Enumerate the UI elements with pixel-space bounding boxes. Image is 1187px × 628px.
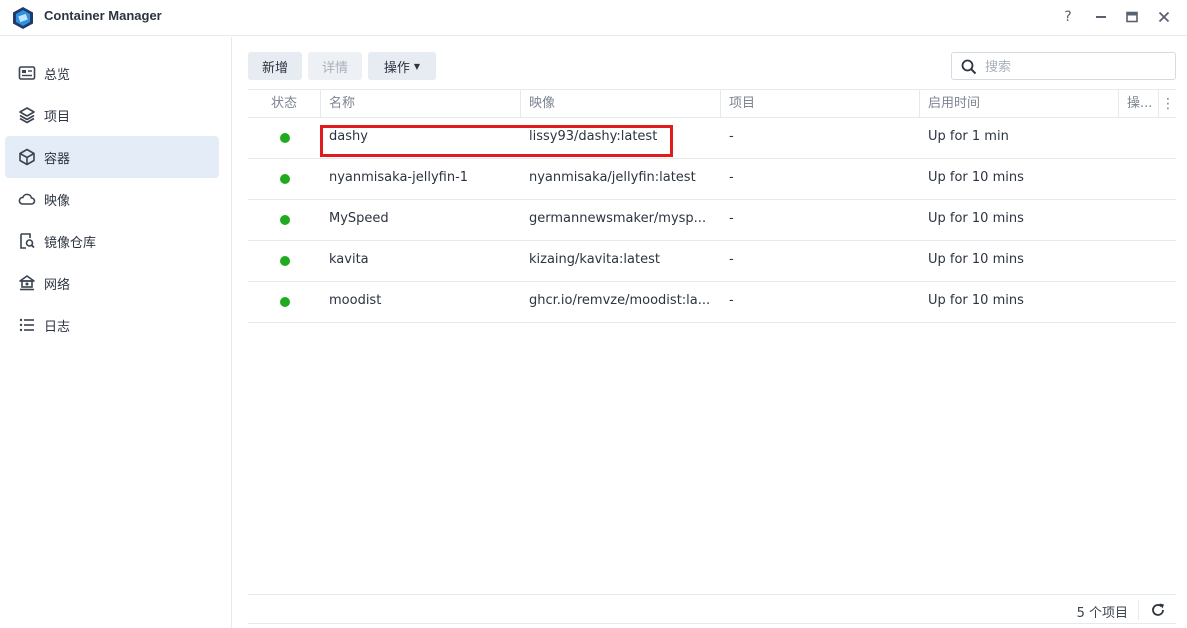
sidebar: 总览 项目 容器 映像 镜像仓库 网络 日志	[0, 37, 232, 628]
sidebar-item-label: 镜像仓库	[44, 236, 97, 251]
help-icon[interactable]: ?	[1056, 6, 1080, 28]
cube-icon	[19, 148, 35, 166]
search-box[interactable]	[951, 52, 1176, 80]
container-uptime: Up for 1 min	[928, 129, 1009, 144]
container-image: kizaing/kavita:latest	[529, 252, 660, 267]
table-footer: 5 个项目	[248, 594, 1176, 624]
detail-button[interactable]: 详情	[308, 52, 362, 80]
status-running-icon	[280, 215, 290, 225]
table-row[interactable]: dashy lissy93/dashy:latest - Up for 1 mi…	[248, 118, 1176, 159]
container-image: lissy93/dashy:latest	[529, 129, 658, 144]
container-manager-logo-icon	[13, 7, 33, 29]
item-count: 5 个项目	[1076, 606, 1128, 621]
container-name: moodist	[329, 293, 382, 308]
sidebar-item-label: 总览	[44, 68, 71, 83]
list-icon	[19, 318, 34, 332]
maximize-icon[interactable]	[1120, 6, 1144, 28]
table-row[interactable]: kavita kizaing/kavita:latest - Up for 10…	[248, 241, 1176, 282]
container-project: -	[729, 170, 734, 185]
title-bar: Container Manager ?	[0, 0, 1187, 36]
sidebar-item-label: 网络	[44, 278, 71, 293]
sidebar-item-label: 映像	[44, 194, 71, 209]
status-running-icon	[280, 174, 290, 184]
sidebar-item-images[interactable]: 映像	[5, 178, 219, 220]
overview-icon	[18, 66, 36, 80]
container-image: ghcr.io/remvze/moodist:la...	[529, 293, 711, 308]
table-row[interactable]: moodist ghcr.io/remvze/moodist:la... - U…	[248, 282, 1176, 323]
container-name: dashy	[329, 129, 368, 144]
container-project: -	[729, 129, 734, 144]
search-icon	[961, 59, 977, 75]
operations-button[interactable]: 操作 ▼	[368, 52, 436, 80]
sidebar-item-logs[interactable]: 日志	[5, 304, 219, 346]
registry-search-icon	[20, 233, 35, 249]
new-button[interactable]: 新增	[248, 52, 302, 80]
minimize-icon[interactable]	[1089, 6, 1113, 28]
container-project: -	[729, 211, 734, 226]
table-row[interactable]: nyanmisaka-jellyfin-1 nyanmisaka/jellyfi…	[248, 159, 1176, 200]
sidebar-item-label: 项目	[44, 110, 71, 125]
search-input[interactable]	[985, 57, 1170, 77]
container-project: -	[729, 293, 734, 308]
sidebar-item-network[interactable]: 网络	[5, 262, 219, 304]
column-header-uptime[interactable]: 启用时间	[920, 90, 1119, 118]
container-image: nyanmisaka/jellyfin:latest	[529, 170, 696, 185]
column-header-image[interactable]: 映像	[521, 90, 721, 118]
container-name: kavita	[329, 252, 369, 267]
column-header-status[interactable]: 状态	[248, 90, 321, 118]
close-icon[interactable]	[1152, 6, 1176, 28]
chevron-down-icon: ▼	[413, 61, 421, 71]
column-header-ops[interactable]: 操...	[1119, 90, 1159, 118]
container-project: -	[729, 252, 734, 267]
container-uptime: Up for 10 mins	[928, 211, 1024, 226]
app-title: Container Manager	[44, 8, 162, 23]
column-header-project[interactable]: 项目	[721, 90, 920, 118]
status-running-icon	[280, 297, 290, 307]
table-header: 状态 名称 映像 项目 启用时间 操... ⋮	[248, 89, 1176, 118]
sidebar-item-registry[interactable]: 镜像仓库	[5, 220, 219, 262]
column-header-name[interactable]: 名称	[321, 90, 521, 118]
network-icon	[19, 275, 35, 291]
container-image: germannewsmaker/mysp...	[529, 211, 707, 226]
container-uptime: Up for 10 mins	[928, 170, 1024, 185]
status-running-icon	[280, 256, 290, 266]
container-name: MySpeed	[329, 211, 389, 226]
refresh-icon[interactable]	[1150, 602, 1166, 618]
cloud-icon	[18, 193, 36, 205]
layers-icon	[19, 107, 35, 124]
sidebar-item-containers[interactable]: 容器	[5, 136, 219, 178]
container-name: nyanmisaka-jellyfin-1	[329, 170, 469, 185]
sidebar-item-overview[interactable]: 总览	[5, 52, 219, 94]
table-row[interactable]: MySpeed germannewsmaker/mysp... - Up for…	[248, 200, 1176, 241]
column-options-icon[interactable]: ⋮	[1161, 96, 1175, 112]
container-uptime: Up for 10 mins	[928, 252, 1024, 267]
sidebar-item-projects[interactable]: 项目	[5, 94, 219, 136]
operations-label: 操作	[383, 60, 410, 76]
sidebar-item-label: 日志	[44, 320, 71, 335]
container-uptime: Up for 10 mins	[928, 293, 1024, 308]
sidebar-item-label: 容器	[44, 152, 71, 167]
status-running-icon	[280, 133, 290, 143]
divider	[1138, 600, 1139, 620]
